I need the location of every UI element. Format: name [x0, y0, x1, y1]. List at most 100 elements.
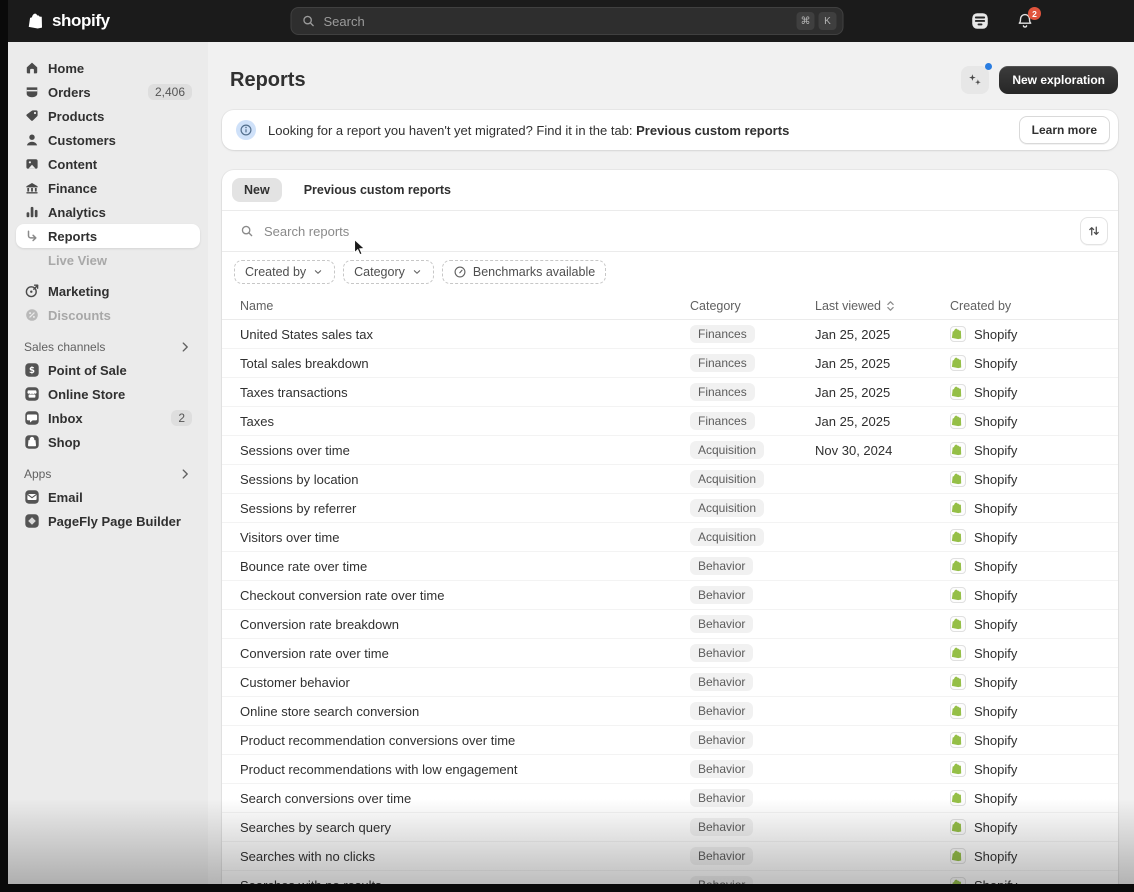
filter-label: Benchmarks available [473, 265, 595, 279]
table-row-customer-behavior[interactable]: Customer behaviorBehaviorShopify [222, 668, 1118, 697]
table-row-checkout-conversion-rate-over-time[interactable]: Checkout conversion rate over timeBehavi… [222, 581, 1118, 610]
sidebar-item-customers[interactable]: Customers [16, 128, 200, 152]
filter-created-by[interactable]: Created by [234, 260, 335, 284]
learn-more-button[interactable]: Learn more [1019, 116, 1110, 144]
command-key: ⌘ [797, 12, 815, 30]
report-name: Searches by search query [240, 820, 690, 835]
shopify-bag-icon [26, 11, 46, 31]
tab-previous-custom-reports[interactable]: Previous custom reports [292, 178, 463, 202]
sidebar-item-content[interactable]: Content [16, 152, 200, 176]
ai-sidekick-button[interactable] [961, 66, 989, 94]
column-last-viewed[interactable]: Last viewed [815, 299, 950, 313]
shortcut-keys: ⌘ K [797, 12, 837, 30]
chevron-right-icon [178, 340, 192, 354]
filter-benchmarks-available[interactable]: Benchmarks available [442, 260, 606, 284]
column-category[interactable]: Category [690, 299, 815, 313]
category-badge: Finances [690, 354, 755, 372]
sidebar-item-email[interactable]: Email [16, 485, 200, 509]
table-row-sessions-by-location[interactable]: Sessions by locationAcquisitionShopify [222, 465, 1118, 494]
sidebar-item-shop[interactable]: Shop [16, 430, 200, 454]
table-row-taxes[interactable]: TaxesFinancesJan 25, 2025Shopify [222, 407, 1118, 436]
table-row-total-sales-breakdown[interactable]: Total sales breakdownFinancesJan 25, 202… [222, 349, 1118, 378]
created-by-cell: Shopify [950, 587, 1118, 603]
search-icon [302, 14, 316, 28]
table-row-visitors-over-time[interactable]: Visitors over timeAcquisitionShopify [222, 523, 1118, 552]
k-key: K [819, 12, 837, 30]
table-row-bounce-rate-over-time[interactable]: Bounce rate over timeBehaviorShopify [222, 552, 1118, 581]
table-row-product-recommendations-with-low-engagement[interactable]: Product recommendations with low engagem… [222, 755, 1118, 784]
report-name: Product recommendations with low engagem… [240, 762, 690, 777]
shopify-logo[interactable]: shopify [26, 0, 110, 42]
table-row-united-states-sales-tax[interactable]: United States sales taxFinancesJan 25, 2… [222, 320, 1118, 349]
sidebar-item-point-of-sale[interactable]: $Point of Sale [16, 358, 200, 382]
sidebar-item-label: Home [48, 61, 84, 76]
store-avatar-icon[interactable] [970, 11, 990, 31]
category-badge: Behavior [690, 876, 753, 884]
sidebar-item-reports[interactable]: Reports [16, 224, 200, 248]
global-search-placeholder: Search [324, 14, 365, 29]
sidebar-section-sales-channels[interactable]: Sales channels [24, 340, 192, 354]
table-body: United States sales taxFinancesJan 25, 2… [222, 320, 1118, 884]
sidebar-item-label: Point of Sale [48, 363, 127, 378]
column-created-by[interactable]: Created by [950, 299, 1118, 313]
report-name: Total sales breakdown [240, 356, 690, 371]
shopify-bag-icon [950, 355, 966, 371]
sidebar-item-finance[interactable]: Finance [16, 176, 200, 200]
report-name: Bounce rate over time [240, 559, 690, 574]
table-row-sessions-by-referrer[interactable]: Sessions by referrerAcquisitionShopify [222, 494, 1118, 523]
category-badge: Finances [690, 325, 755, 343]
created-by-name: Shopify [974, 646, 1017, 661]
content-icon [24, 156, 40, 172]
category-badge: Behavior [690, 615, 753, 633]
table-row-product-recommendation-conversions-over-time[interactable]: Product recommendation conversions over … [222, 726, 1118, 755]
reports-search-input[interactable] [262, 223, 1064, 240]
column-name[interactable]: Name [240, 299, 690, 313]
table-row-conversion-rate-over-time[interactable]: Conversion rate over timeBehaviorShopify [222, 639, 1118, 668]
sidebar-item-pagefly-page-builder[interactable]: PageFly Page Builder [16, 509, 200, 533]
report-name: Sessions over time [240, 443, 690, 458]
created-by-name: Shopify [974, 414, 1017, 429]
products-icon [24, 108, 40, 124]
created-by-cell: Shopify [950, 355, 1118, 371]
shopify-bag-icon [950, 558, 966, 574]
report-name: Searches with no clicks [240, 849, 690, 864]
created-by-name: Shopify [974, 501, 1017, 516]
report-name: Product recommendation conversions over … [240, 733, 690, 748]
reports-search-field[interactable] [232, 218, 1072, 245]
sidebar-item-discounts[interactable]: Discounts [16, 303, 200, 327]
shopify-bag-icon [950, 616, 966, 632]
sidebar-item-marketing[interactable]: Marketing [16, 279, 200, 303]
table-row-searches-by-search-query[interactable]: Searches by search queryBehaviorShopify [222, 813, 1118, 842]
table-row-searches-with-no-clicks[interactable]: Searches with no clicksBehaviorShopify [222, 842, 1118, 871]
new-exploration-button[interactable]: New exploration [999, 66, 1118, 94]
banner-text: Looking for a report you haven't yet mig… [268, 123, 789, 138]
sort-button[interactable] [1080, 217, 1108, 245]
table-row-searches-with-no-results[interactable]: Searches with no resultsBehaviorShopify [222, 871, 1118, 884]
sidebar-item-products[interactable]: Products [16, 104, 200, 128]
table-row-sessions-over-time[interactable]: Sessions over timeAcquisitionNov 30, 202… [222, 436, 1118, 465]
sidebar-item-inbox[interactable]: Inbox2 [16, 406, 200, 430]
sidebar-item-home[interactable]: Home [16, 56, 200, 80]
table-row-taxes-transactions[interactable]: Taxes transactionsFinancesJan 25, 2025Sh… [222, 378, 1118, 407]
table-row-online-store-search-conversion[interactable]: Online store search conversionBehaviorSh… [222, 697, 1118, 726]
page-header: Reports New exploration [208, 42, 1134, 110]
analytics-icon [24, 204, 40, 220]
report-name: Taxes [240, 414, 690, 429]
tab-new[interactable]: New [232, 178, 282, 202]
table-row-search-conversions-over-time[interactable]: Search conversions over timeBehaviorShop… [222, 784, 1118, 813]
discounts-icon [24, 307, 40, 323]
category-badge: Acquisition [690, 499, 764, 517]
sidebar-item-live-view[interactable]: Live View [16, 248, 200, 272]
sidebar-item-analytics[interactable]: Analytics [16, 200, 200, 224]
table-row-conversion-rate-breakdown[interactable]: Conversion rate breakdownBehaviorShopify [222, 610, 1118, 639]
sidebar-item-orders[interactable]: Orders2,406 [16, 80, 200, 104]
sidebar-section-apps[interactable]: Apps [24, 467, 192, 481]
created-by-name: Shopify [974, 733, 1017, 748]
sidebar-item-label: Marketing [48, 284, 109, 299]
notifications-button[interactable]: 2 [1016, 12, 1034, 30]
global-search-input[interactable]: Search ⌘ K [291, 7, 844, 35]
report-name: Online store search conversion [240, 704, 690, 719]
sidebar-item-online-store[interactable]: Online Store [16, 382, 200, 406]
shopify-bag-icon [950, 790, 966, 806]
filter-category[interactable]: Category [343, 260, 434, 284]
